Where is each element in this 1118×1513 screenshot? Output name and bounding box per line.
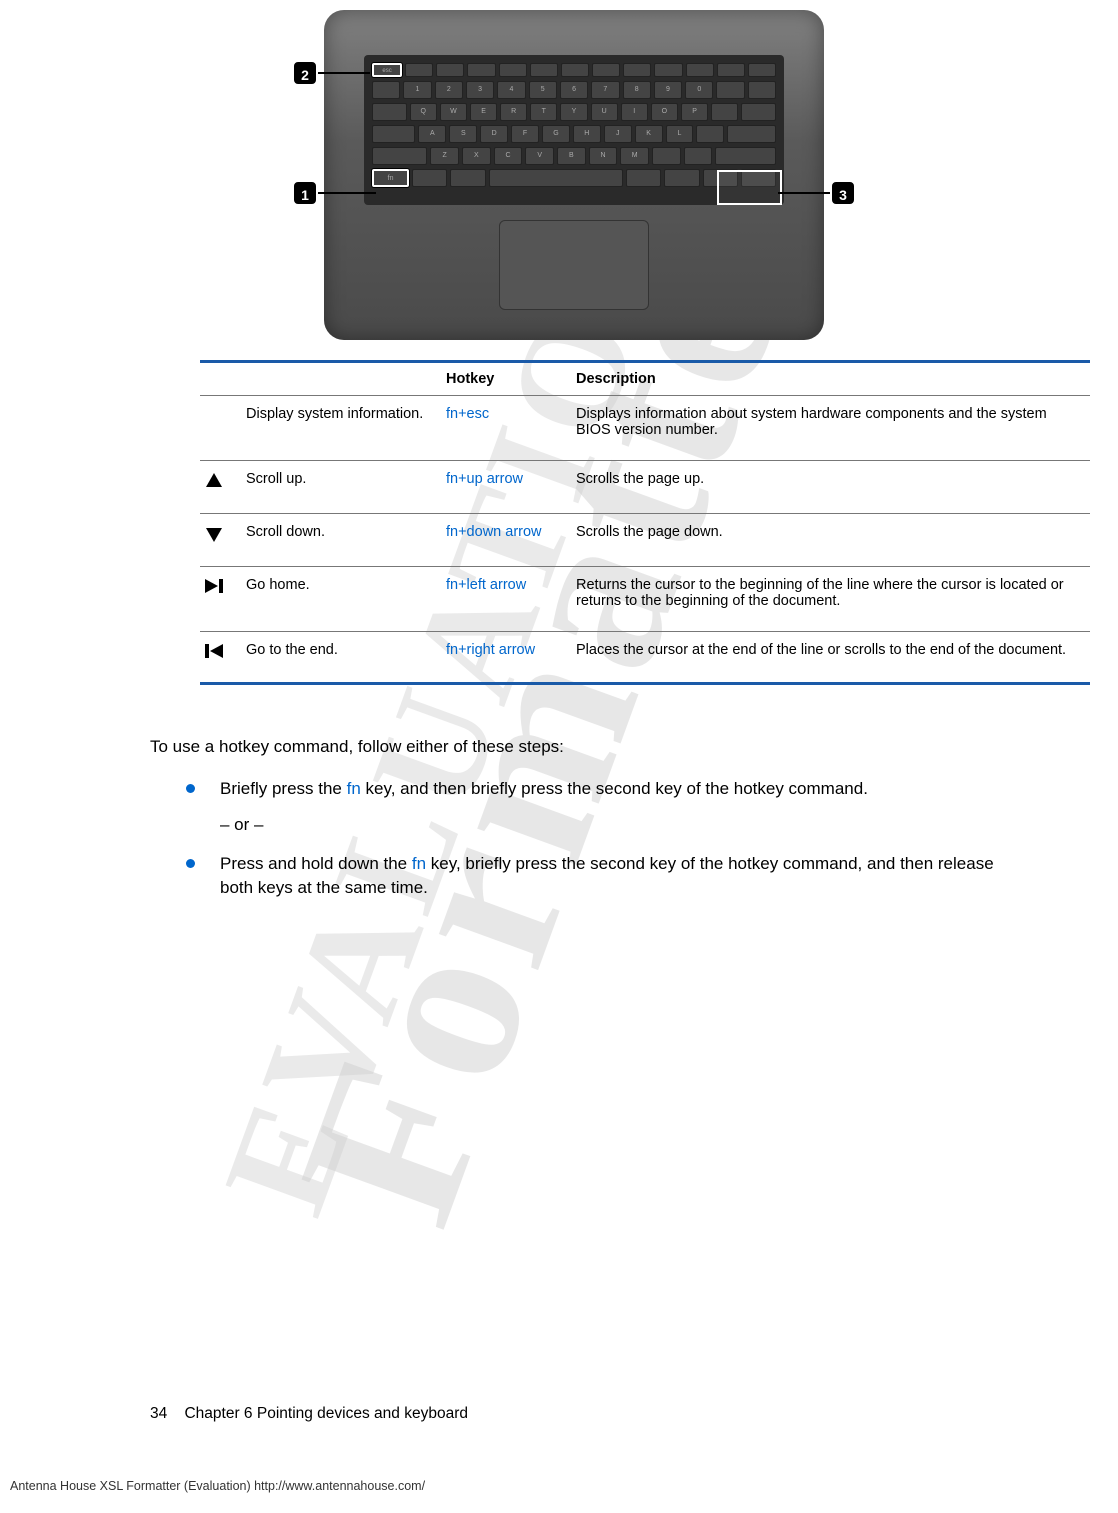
hotkey-name: Go home. <box>246 567 446 632</box>
table-row: Scroll up. fn+up arrow Scrolls the page … <box>200 461 1090 514</box>
fn-key-label: fn <box>347 779 361 798</box>
step2-text-a: Press and hold down the <box>220 854 412 873</box>
home-icon <box>200 577 228 595</box>
hotkey-name: Scroll down. <box>246 514 446 567</box>
formatter-note: Antenna House XSL Formatter (Evaluation)… <box>10 1479 425 1493</box>
or-separator: – or – <box>220 813 998 837</box>
step1-text-b: key, and then briefly press the second k… <box>361 779 868 798</box>
page-number: 34 <box>150 1405 167 1422</box>
hotkey-name: Scroll up. <box>246 461 446 514</box>
instructions-intro: To use a hotkey command, follow either o… <box>150 735 998 759</box>
chapter-title: Chapter 6 Pointing devices and keyboard <box>184 1405 468 1422</box>
callout-1: 1 <box>292 180 318 206</box>
keyboard-diagram: esc 1234567890 QWERTYUIOP ASDFGHJKL ZXCV… <box>324 10 824 340</box>
hotkey-combo: fn+up arrow <box>446 461 576 514</box>
col-header-description: Description <box>576 362 1090 396</box>
table-row: Display system information. fn+esc Displ… <box>200 396 1090 461</box>
hotkey-name: Go to the end. <box>246 632 446 684</box>
hotkey-desc: Scrolls the page up. <box>576 461 1090 514</box>
col-header-hotkey: Hotkey <box>446 362 576 396</box>
hotkey-combo: fn+right arrow <box>446 632 576 684</box>
list-item: Briefly press the fn key, and then brief… <box>186 777 998 837</box>
list-item: Press and hold down the fn key, briefly … <box>186 852 998 900</box>
fn-key-label: fn <box>412 854 426 873</box>
callout-3: 3 <box>830 180 856 206</box>
hotkey-combo: fn+down arrow <box>446 514 576 567</box>
arrow-up-icon <box>200 471 228 491</box>
table-row: Scroll down. fn+down arrow Scrolls the p… <box>200 514 1090 567</box>
hotkey-desc: Scrolls the page down. <box>576 514 1090 567</box>
arrow-down-icon <box>200 524 228 544</box>
hotkey-table: Hotkey Description Display system inform… <box>200 360 1090 685</box>
step1-text-a: Briefly press the <box>220 779 347 798</box>
hotkey-combo: fn+left arrow <box>446 567 576 632</box>
callout-2: 2 <box>292 60 318 86</box>
hotkey-combo: fn+esc <box>446 396 576 461</box>
page-footer: 34 Chapter 6 Pointing devices and keyboa… <box>150 1405 468 1423</box>
hotkey-name: Display system information. <box>246 396 446 461</box>
hotkey-desc: Places the cursor at the end of the line… <box>576 632 1090 684</box>
end-icon <box>200 642 228 660</box>
table-row: Go home. fn+left arrow Returns the curso… <box>200 567 1090 632</box>
table-row: Go to the end. fn+right arrow Places the… <box>200 632 1090 684</box>
hotkey-desc: Displays information about system hardwa… <box>576 396 1090 461</box>
hotkey-desc: Returns the cursor to the beginning of t… <box>576 567 1090 632</box>
